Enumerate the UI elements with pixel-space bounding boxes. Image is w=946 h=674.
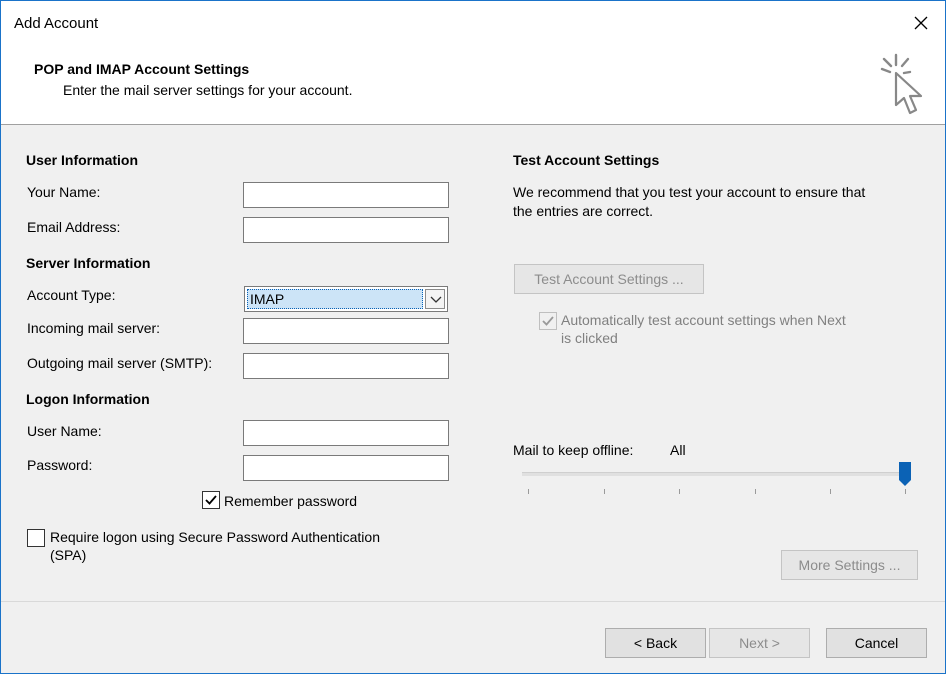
checkmark-icon: [205, 495, 217, 505]
auto-test-checkbox[interactable]: [539, 312, 557, 330]
page-subtitle: Enter the mail server settings for your …: [63, 82, 353, 98]
close-button[interactable]: [904, 9, 938, 37]
checkmark-icon: [542, 316, 554, 326]
test-account-settings-heading: Test Account Settings: [513, 152, 660, 168]
user-name-input[interactable]: [243, 420, 449, 446]
mail-offline-value: All: [670, 442, 686, 458]
footer-divider: [1, 601, 945, 602]
cancel-button[interactable]: Cancel: [826, 628, 927, 658]
auto-test-label-line2: is clicked: [561, 330, 618, 346]
next-button[interactable]: Next >: [709, 628, 810, 658]
auto-test-label-line1: Automatically test account settings when…: [561, 312, 846, 328]
outgoing-server-input[interactable]: [243, 353, 449, 379]
password-label: Password:: [27, 457, 93, 473]
mail-offline-slider-track[interactable]: [522, 472, 908, 476]
password-input[interactable]: [243, 455, 449, 481]
server-information-heading: Server Information: [26, 255, 151, 271]
slider-tick: [528, 489, 529, 494]
wizard-header: POP and IMAP Account Settings Enter the …: [1, 45, 945, 125]
account-type-dropdown-button[interactable]: [425, 289, 445, 309]
test-description-line1: We recommend that you test your account …: [513, 184, 866, 200]
remember-password-label: Remember password: [224, 493, 358, 509]
test-description-line2: the entries are correct.: [513, 203, 654, 219]
slider-tick: [830, 489, 831, 494]
slider-tick: [679, 489, 680, 494]
account-type-label: Account Type:: [27, 287, 116, 303]
user-name-label: User Name:: [27, 423, 102, 439]
spa-checkbox[interactable]: [27, 529, 45, 547]
logon-information-heading: Logon Information: [26, 391, 150, 407]
email-address-input[interactable]: [243, 217, 449, 243]
spa-label-line2: (SPA): [50, 547, 87, 563]
slider-tick: [905, 489, 906, 494]
remember-password-checkbox[interactable]: [202, 491, 220, 509]
your-name-label: Your Name:: [27, 184, 101, 200]
mail-offline-slider-thumb[interactable]: [899, 462, 911, 486]
title-bar: Add Account: [1, 1, 945, 45]
window-title: Add Account: [14, 15, 99, 32]
account-type-select[interactable]: IMAP: [244, 286, 448, 312]
your-name-input[interactable]: [243, 182, 449, 208]
close-icon: [914, 16, 928, 30]
page-title: POP and IMAP Account Settings: [34, 61, 250, 77]
more-settings-button[interactable]: More Settings ...: [781, 550, 918, 580]
incoming-server-label: Incoming mail server:: [27, 320, 161, 336]
email-address-label: Email Address:: [27, 219, 121, 235]
chevron-down-icon: [430, 296, 442, 303]
mail-offline-label: Mail to keep offline:: [513, 442, 634, 458]
wizard-cursor-icon: [880, 53, 923, 115]
incoming-server-input[interactable]: [243, 318, 449, 344]
slider-tick: [755, 489, 756, 494]
outgoing-server-label: Outgoing mail server (SMTP):: [27, 355, 213, 371]
add-account-dialog: Add Account POP and IMAP Account Setting…: [0, 0, 946, 674]
spa-label-line1: Require logon using Secure Password Auth…: [50, 529, 380, 545]
slider-tick: [604, 489, 605, 494]
test-account-settings-button[interactable]: Test Account Settings ...: [514, 264, 704, 294]
user-information-heading: User Information: [26, 152, 139, 168]
back-button[interactable]: < Back: [605, 628, 706, 658]
account-type-value: IMAP: [247, 289, 423, 309]
